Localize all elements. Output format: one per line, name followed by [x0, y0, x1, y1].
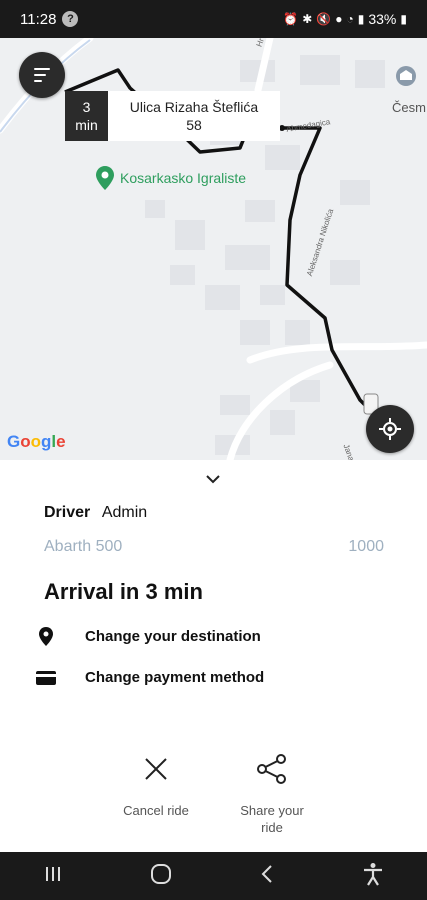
- eta-unit: min: [75, 117, 98, 133]
- eta-badge: 3 min: [65, 91, 108, 141]
- driver-name: Admin: [101, 504, 148, 521]
- car-row: Abarth 500 1000: [44, 538, 384, 556]
- location-pin-icon: [36, 627, 56, 646]
- bluetooth-icon: ✱: [302, 12, 313, 26]
- share-ride-button[interactable]: Share your ride: [222, 752, 322, 836]
- battery-icon: ▮: [400, 12, 407, 26]
- status-bar: 11:28 ? ⏰ ✱ 🔇 ● ◔ ▮ 33% ▮: [0, 0, 427, 38]
- google-logo: Google: [7, 432, 66, 451]
- crosshair-icon: [379, 418, 401, 440]
- wifi-icon: ◔: [346, 12, 354, 26]
- status-icons: ⏰ ✱ 🔇 ● ◔ ▮ 33% ▮: [283, 11, 407, 27]
- destination-address-callout: Ulica Rizaha Šteflića 58: [108, 91, 280, 141]
- map-pin-icon: [96, 166, 114, 190]
- notification-icon: ?: [62, 11, 79, 27]
- system-nav-bar: [0, 852, 427, 900]
- battery-percent: 33%: [368, 11, 397, 27]
- accessibility-icon: [363, 862, 382, 886]
- signal-icon: ▮: [357, 12, 365, 26]
- credit-card-icon: [36, 670, 56, 685]
- cancel-ride-label: Cancel ride: [123, 803, 189, 818]
- change-destination-label: Change your destination: [85, 628, 261, 645]
- chevron-down-icon: [206, 475, 220, 484]
- share-ride-label-line1: Share your: [240, 803, 304, 818]
- alarm-icon: ⏰: [283, 12, 299, 26]
- destination-street: Ulica Rizaha Šteflića: [129, 99, 259, 115]
- status-time: 11:28: [20, 10, 57, 28]
- my-location-button[interactable]: [366, 405, 414, 453]
- change-payment-option[interactable]: Change payment method: [36, 669, 264, 686]
- poi-marker[interactable]: Kosarkasko Igraliste: [96, 166, 246, 190]
- mute-icon: 🔇: [316, 12, 332, 26]
- change-destination-option[interactable]: Change your destination: [36, 627, 261, 646]
- home-button[interactable]: [150, 863, 172, 890]
- destination-number: 58: [186, 117, 202, 133]
- share-ride-label-line2: ride: [261, 820, 283, 835]
- poi-label: Kosarkasko Igraliste: [120, 170, 247, 186]
- collapse-sheet-button[interactable]: [204, 472, 222, 490]
- back-button[interactable]: [259, 864, 275, 889]
- cancel-ride-button[interactable]: Cancel ride: [106, 752, 206, 819]
- car-model: Abarth 500: [44, 538, 123, 555]
- menu-button[interactable]: [19, 52, 65, 98]
- driver-row: Driver Admin: [44, 504, 147, 522]
- close-icon: [106, 752, 206, 786]
- car-number: 1000: [348, 538, 384, 555]
- accessibility-button[interactable]: [362, 862, 384, 891]
- place-label-top-right: Česm: [392, 100, 426, 115]
- eta-value: 3: [82, 99, 91, 115]
- recents-button[interactable]: [43, 865, 63, 888]
- driver-label: Driver: [44, 504, 91, 521]
- menu-icon: [34, 68, 50, 70]
- recents-icon: [46, 866, 61, 881]
- location-icon: ●: [335, 12, 343, 26]
- home-icon: [151, 863, 172, 884]
- arrival-time: Arrival in 3 min: [44, 579, 203, 604]
- change-payment-label: Change payment method: [85, 669, 265, 686]
- back-icon: [261, 864, 272, 883]
- share-icon: [222, 752, 322, 786]
